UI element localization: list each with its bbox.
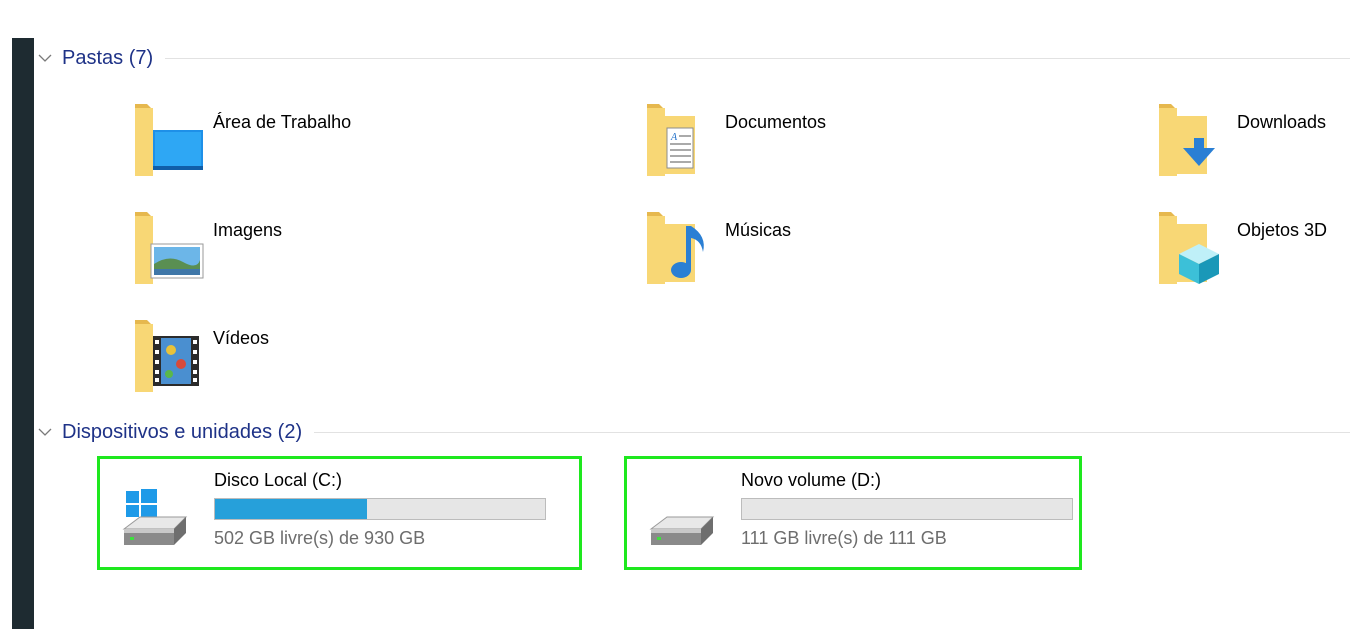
group-title-devices: Dispositivos e unidades (2) bbox=[62, 420, 303, 443]
folder-name: Documentos bbox=[725, 112, 827, 132]
hard-drive-icon bbox=[649, 487, 715, 557]
group-title-folders: Pastas (7) bbox=[62, 46, 154, 69]
chevron-down-icon[interactable] bbox=[36, 423, 54, 441]
group-divider bbox=[314, 431, 1350, 433]
folder-item-music[interactable]: Músicas bbox=[645, 208, 905, 308]
drive-free-space: 111 GB livre(s) de 111 GB bbox=[741, 528, 947, 548]
downloads-folder-icon bbox=[1157, 100, 1233, 180]
usage-bar-fill bbox=[215, 499, 367, 519]
drive-name: Disco Local (C:) bbox=[214, 470, 343, 490]
folder-item-downloads[interactable]: Downloads bbox=[1157, 100, 1350, 200]
group-header-devices[interactable]: Dispositivos e unidades (2) bbox=[36, 417, 1350, 447]
folder-name: Objetos 3D bbox=[1237, 220, 1328, 240]
folder-item-3d-objects[interactable]: Objetos 3D bbox=[1157, 208, 1350, 308]
documents-folder-icon: A bbox=[645, 100, 721, 180]
folder-item-pictures[interactable]: Imagens bbox=[133, 208, 393, 308]
folder-item-videos[interactable]: Vídeos bbox=[133, 316, 393, 416]
videos-folder-icon bbox=[133, 316, 209, 396]
chevron-down-icon[interactable] bbox=[36, 49, 54, 67]
desktop-folder-icon bbox=[133, 100, 209, 180]
drive-item-c[interactable]: Disco Local (C:) 502 GB livre(s) de 930 … bbox=[97, 456, 582, 570]
navigation-pane-edge bbox=[12, 38, 34, 629]
windows-drive-icon bbox=[122, 487, 188, 557]
folder-name: Imagens bbox=[213, 220, 283, 240]
folder-item-documents[interactable]: A Documentos bbox=[645, 100, 905, 200]
folder-name: Downloads bbox=[1237, 112, 1327, 132]
group-header-folders[interactable]: Pastas (7) bbox=[36, 43, 1350, 73]
svg-text:A: A bbox=[670, 132, 678, 143]
music-folder-icon bbox=[645, 208, 721, 288]
drive-free-space: 502 GB livre(s) de 930 GB bbox=[214, 528, 426, 548]
folder-item-desktop[interactable]: Área de Trabalho bbox=[133, 100, 393, 200]
3d-objects-folder-icon bbox=[1157, 208, 1233, 288]
folder-name: Vídeos bbox=[213, 328, 270, 348]
usage-bar bbox=[214, 498, 546, 520]
usage-bar bbox=[741, 498, 1073, 520]
group-divider bbox=[165, 57, 1350, 59]
drive-item-d[interactable]: Novo volume (D:) 111 GB livre(s) de 111 … bbox=[624, 456, 1082, 570]
drive-name: Novo volume (D:) bbox=[741, 470, 882, 490]
pictures-folder-icon bbox=[133, 208, 209, 288]
folder-name: Músicas bbox=[725, 220, 792, 240]
folder-name: Área de Trabalho bbox=[213, 112, 352, 132]
